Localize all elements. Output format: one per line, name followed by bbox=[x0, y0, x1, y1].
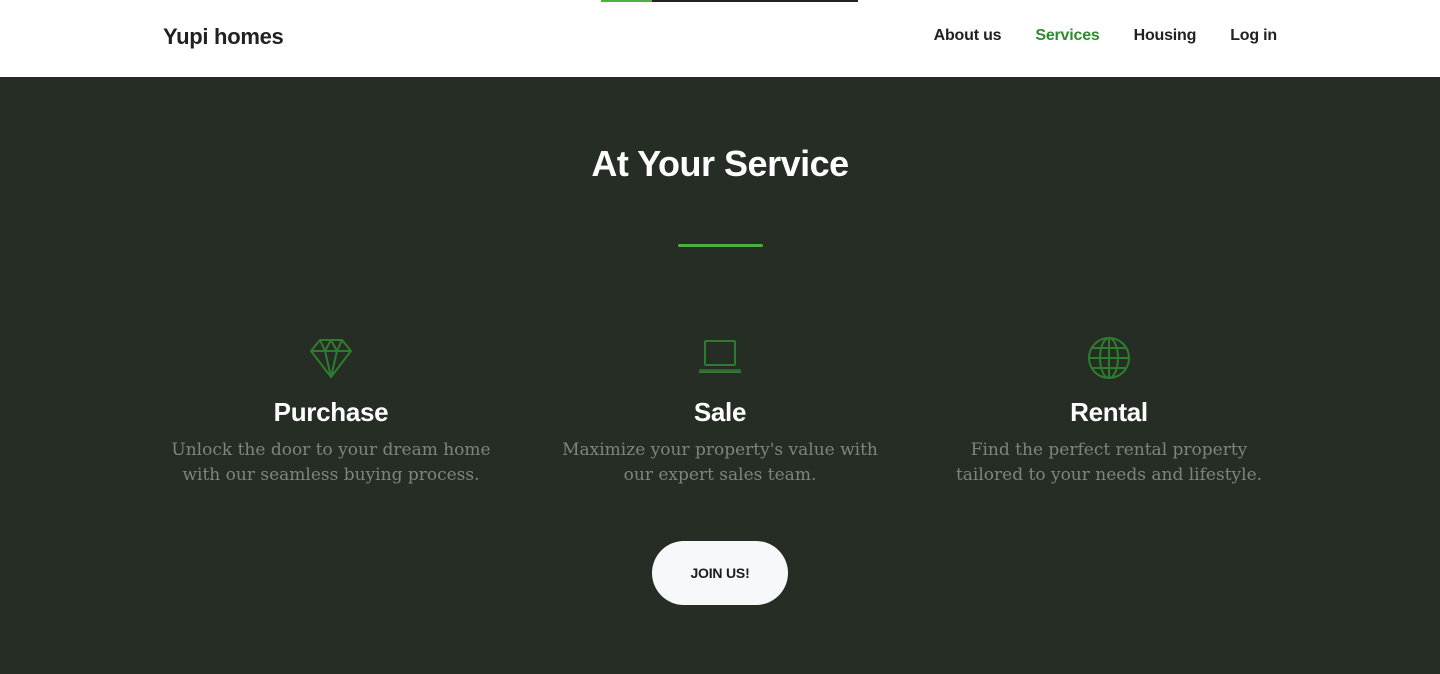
laptop-icon bbox=[697, 335, 743, 381]
nav-link-housing[interactable]: Housing bbox=[1134, 27, 1197, 45]
scroll-progress-bar bbox=[601, 0, 858, 2]
service-card-rental: Rental Find the perfect rental property … bbox=[929, 335, 1289, 488]
title-divider bbox=[678, 244, 763, 247]
service-description: Unlock the door to your dream home with … bbox=[171, 440, 491, 485]
diamond-icon bbox=[308, 335, 354, 381]
navbar: Yupi homes About us Services Housing Log… bbox=[0, 0, 1440, 77]
nav-link-log-in[interactable]: Log in bbox=[1230, 27, 1277, 45]
scroll-progress-fill bbox=[601, 0, 653, 2]
service-name: Rental bbox=[1070, 397, 1148, 427]
nav-link-services[interactable]: Services bbox=[1035, 27, 1099, 45]
service-name: Sale bbox=[693, 397, 747, 427]
globe-icon bbox=[1086, 335, 1132, 381]
service-description: Maximize your property's value with our … bbox=[562, 440, 878, 485]
brand-logo[interactable]: Yupi homes bbox=[163, 24, 284, 50]
services-section: At Your Service Purchase Unlock the door… bbox=[0, 77, 1440, 674]
section-title: At Your Service bbox=[591, 143, 849, 184]
service-card-purchase: Purchase Unlock the door to your dream h… bbox=[151, 335, 511, 488]
service-description: Find the perfect rental property tailore… bbox=[955, 440, 1263, 485]
nav-link-about-us[interactable]: About us bbox=[934, 27, 1002, 45]
service-card-sale: Sale Maximize your property's value with… bbox=[540, 335, 900, 488]
join-us-button[interactable]: JOIN US! bbox=[652, 541, 788, 605]
service-name: Purchase bbox=[273, 397, 389, 427]
main-nav: About us Services Housing Log in bbox=[900, 27, 1278, 45]
